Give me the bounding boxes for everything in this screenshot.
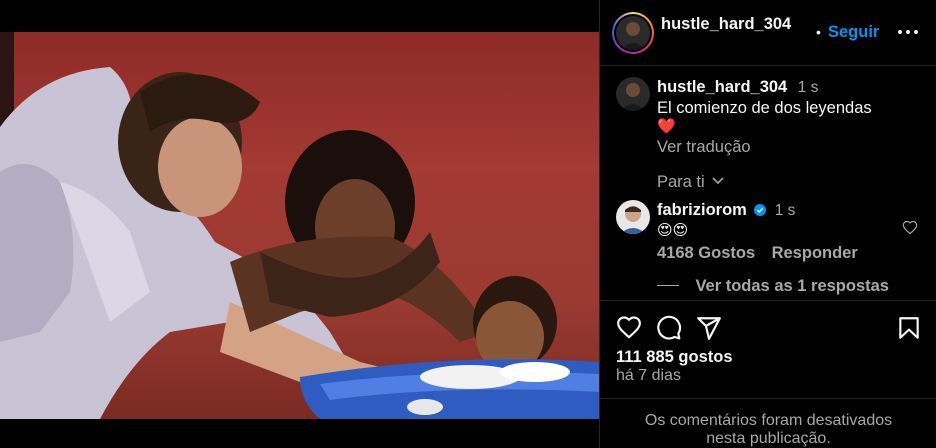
comment-likes[interactable]: 4168 Gostos: [657, 244, 755, 262]
comments-section: hustle_hard_304 1 s El comienzo de dos l…: [600, 67, 936, 300]
commenter-username[interactable]: fabriziorom: [657, 201, 747, 219]
view-replies-label: Ver todas as 1 respostas: [695, 277, 889, 295]
comments-disabled-notice: Os comentários foram desativados nesta p…: [600, 398, 936, 448]
comment-icon[interactable]: [656, 315, 682, 341]
post-side-panel: hustle_hard_304 • Seguir hustle_hard_304…: [599, 0, 936, 448]
commenter-avatar[interactable]: [616, 200, 650, 234]
reply-button[interactable]: Responder: [772, 244, 858, 262]
share-icon[interactable]: [696, 315, 722, 341]
author-username[interactable]: hustle_hard_304: [661, 15, 811, 34]
post-actions: 111 885 gostos há 7 dias: [600, 300, 936, 410]
comment-like-heart-icon[interactable]: [902, 220, 918, 236]
bookmark-icon[interactable]: [896, 315, 922, 341]
see-translation-link[interactable]: Ver tradução: [657, 136, 927, 158]
comment-text: 😍😍: [657, 222, 689, 239]
follow-button[interactable]: Seguir: [828, 23, 879, 42]
caption-time: 1 s: [797, 79, 819, 96]
author-avatar-ring[interactable]: [612, 12, 654, 54]
post-photo[interactable]: [0, 32, 599, 419]
comments-disabled-line1: Os comentários foram desativados: [644, 412, 893, 429]
more-options-icon[interactable]: [896, 20, 920, 44]
post-photo-illustration: [0, 32, 599, 419]
likes-count[interactable]: 111 885 gostos: [616, 348, 733, 367]
for-you-label: Para ti: [657, 173, 705, 191]
comment-time: 1 s: [774, 202, 796, 219]
view-replies-link[interactable]: Ver todas as 1 respostas: [657, 276, 889, 297]
for-you-link[interactable]: Para ti: [657, 172, 927, 193]
caption-text: El comienzo de dos leyendas: [657, 99, 872, 117]
comments-disabled-line2: nesta publicação.: [706, 430, 831, 447]
caption-username[interactable]: hustle_hard_304: [657, 78, 787, 96]
post-time-ago[interactable]: há 7 dias: [616, 367, 681, 385]
header-separator: •: [816, 24, 821, 40]
post-media[interactable]: [0, 0, 599, 448]
post-header: hustle_hard_304 • Seguir: [600, 0, 936, 66]
heart-icon[interactable]: [616, 315, 642, 341]
replies-divider: [657, 285, 679, 286]
verified-badge-icon: [754, 204, 767, 216]
caption-avatar[interactable]: [616, 77, 650, 111]
author-avatar[interactable]: [616, 16, 650, 50]
chevron-down-icon: [712, 177, 724, 185]
caption-emoji: ❤️: [657, 118, 676, 135]
